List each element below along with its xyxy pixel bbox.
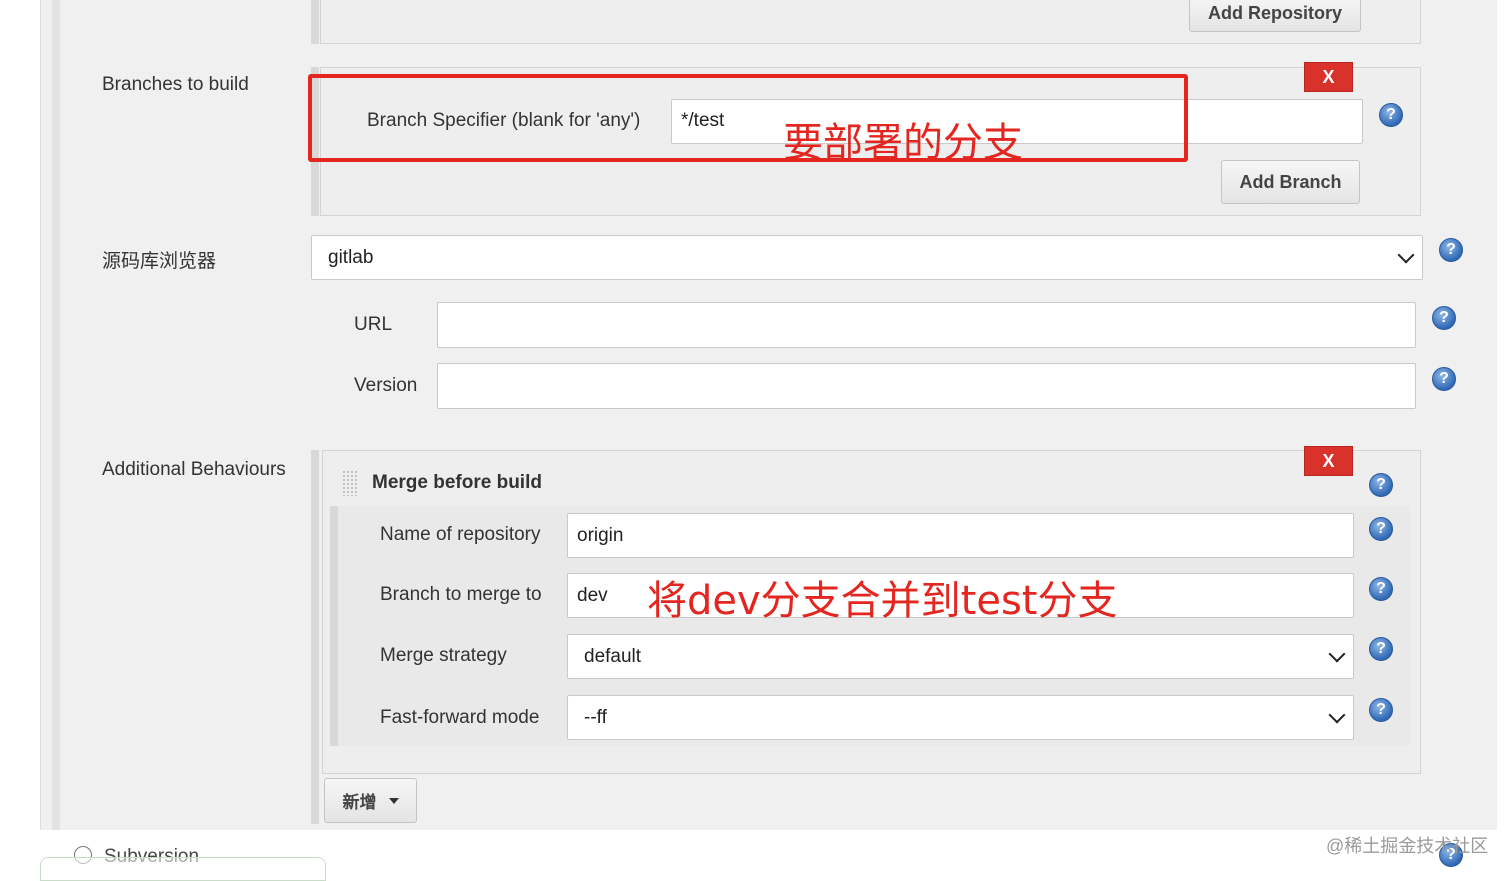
add-behaviour-button[interactable]: 新增: [324, 778, 417, 823]
merge-branch-help-icon[interactable]: ?: [1369, 577, 1393, 601]
browser-selected-value: gitlab: [328, 246, 374, 268]
browser-select[interactable]: gitlab: [311, 235, 1423, 280]
delete-behaviour-button[interactable]: X: [1304, 446, 1353, 476]
delete-branch-button[interactable]: X: [1304, 62, 1353, 92]
fast-forward-label: Fast-forward mode: [380, 707, 540, 728]
branch-specifier-help-icon[interactable]: ?: [1379, 103, 1403, 127]
repo-name-value: origin: [577, 524, 624, 546]
browser-help-icon[interactable]: ?: [1439, 238, 1463, 262]
add-branch-label: Add Branch: [1239, 171, 1342, 192]
help-glyph: ?: [1376, 701, 1386, 718]
repo-name-label: Name of repository: [380, 524, 541, 545]
behaviours-section-label: Additional Behaviours: [102, 459, 286, 480]
merge-strategy-select[interactable]: default: [567, 634, 1354, 679]
browser-section-label: 源码库浏览器: [102, 251, 217, 272]
fast-forward-help-icon[interactable]: ?: [1369, 698, 1393, 722]
panel-divider: [52, 0, 60, 830]
merge-strategy-help-icon[interactable]: ?: [1369, 637, 1393, 661]
merge-branch-label: Branch to merge to: [380, 584, 542, 605]
merge-annotation: 将dev分支合并到test分支: [647, 578, 1118, 624]
help-glyph: ?: [1376, 640, 1386, 657]
help-glyph: ?: [1386, 106, 1396, 123]
chevron-down-icon: [1328, 645, 1346, 662]
help-glyph: ?: [1439, 309, 1449, 326]
merge-before-build-title: Merge before build: [372, 472, 542, 493]
url-help-icon[interactable]: ?: [1432, 306, 1456, 330]
watermark: @稀土掘金技术社区: [1326, 836, 1489, 856]
add-repository-button[interactable]: Add Repository: [1189, 0, 1361, 32]
merge-strategy-value: default: [584, 645, 642, 667]
repositories-bar: [311, 0, 319, 44]
url-input[interactable]: [437, 302, 1416, 348]
tooltip-tab: [40, 857, 326, 881]
behaviours-bar: [311, 450, 319, 824]
help-glyph: ?: [1439, 370, 1449, 387]
repo-name-input[interactable]: origin: [567, 513, 1354, 558]
add-behaviour-label: 新增: [342, 793, 377, 812]
version-label: Version: [354, 375, 418, 396]
help-glyph: ?: [1446, 241, 1456, 258]
branches-section-label: Branches to build: [102, 74, 249, 95]
repo-name-help-icon[interactable]: ?: [1369, 517, 1393, 541]
delete-behaviour-label: X: [1322, 450, 1335, 471]
drag-handle-icon[interactable]: [342, 470, 358, 496]
merge-branch-value: dev: [577, 584, 608, 606]
url-label: URL: [354, 314, 393, 335]
version-input[interactable]: [437, 363, 1416, 409]
highlight-box-branch: [308, 74, 1188, 162]
add-branch-button[interactable]: Add Branch: [1221, 160, 1360, 204]
help-glyph: ?: [1376, 476, 1386, 493]
fast-forward-select[interactable]: --ff: [567, 695, 1354, 740]
merge-help-icon[interactable]: ?: [1369, 473, 1393, 497]
fast-forward-value: --ff: [584, 706, 607, 728]
chevron-down-icon: [1397, 246, 1415, 263]
help-glyph: ?: [1376, 580, 1386, 597]
branch-annotation: 要部署的分支: [783, 120, 1023, 166]
chevron-down-icon: [1328, 706, 1346, 723]
delete-branch-label: X: [1322, 66, 1335, 87]
merge-inner-bar: [330, 506, 338, 746]
add-repository-label: Add Repository: [1207, 2, 1342, 23]
help-glyph: ?: [1376, 520, 1386, 537]
merge-strategy-label: Merge strategy: [380, 645, 507, 666]
caret-down-icon: [388, 797, 399, 804]
version-help-icon[interactable]: ?: [1432, 367, 1456, 391]
